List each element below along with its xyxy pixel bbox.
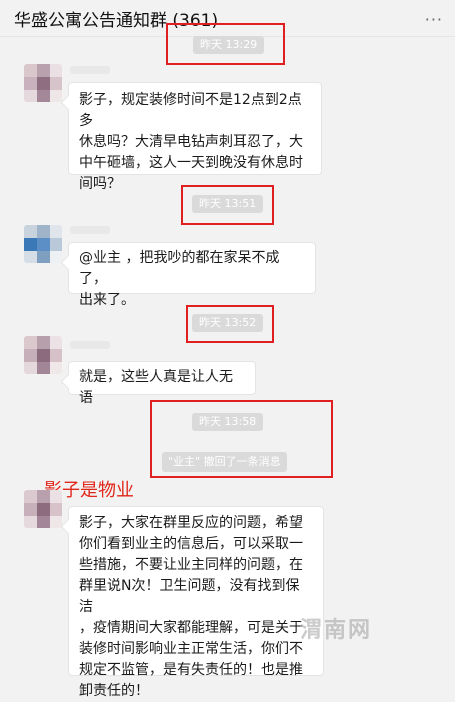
recall-notice: "业主" 撤回了一条消息 — [162, 452, 287, 472]
timestamp: 昨天 13:52 — [192, 314, 264, 332]
sender-name-blurred — [70, 66, 110, 74]
message-bubble[interactable]: 就是，这些人真是让人无语 — [68, 361, 256, 406]
message-bubble[interactable]: @业主 ，把我吵的都在家呆不成了， 出来了。 — [68, 242, 316, 308]
timestamp: 昨天 13:58 — [192, 413, 264, 431]
sender-name-blurred — [70, 226, 110, 234]
avatar[interactable] — [24, 336, 62, 374]
timestamp: 昨天 13:51 — [192, 195, 264, 213]
message-bubble[interactable]: 影子，大家在群里反应的问题，希望 你们看到业主的信息后，可以采取一 些措施，不要… — [68, 506, 324, 699]
sender-name-blurred — [70, 341, 110, 349]
watermark: 渭南网 — [300, 618, 373, 643]
timestamp: 昨天 13:29 — [193, 36, 265, 54]
message-bubble[interactable]: 影子，规定装修时间不是12点到2点多 休息吗？大清早电钻声刺耳忍了，大 中午砸墙… — [68, 82, 322, 192]
avatar[interactable] — [24, 490, 62, 528]
avatar[interactable] — [24, 64, 62, 102]
avatar[interactable] — [24, 225, 62, 263]
more-options-icon[interactable]: ··· — [425, 10, 443, 29]
